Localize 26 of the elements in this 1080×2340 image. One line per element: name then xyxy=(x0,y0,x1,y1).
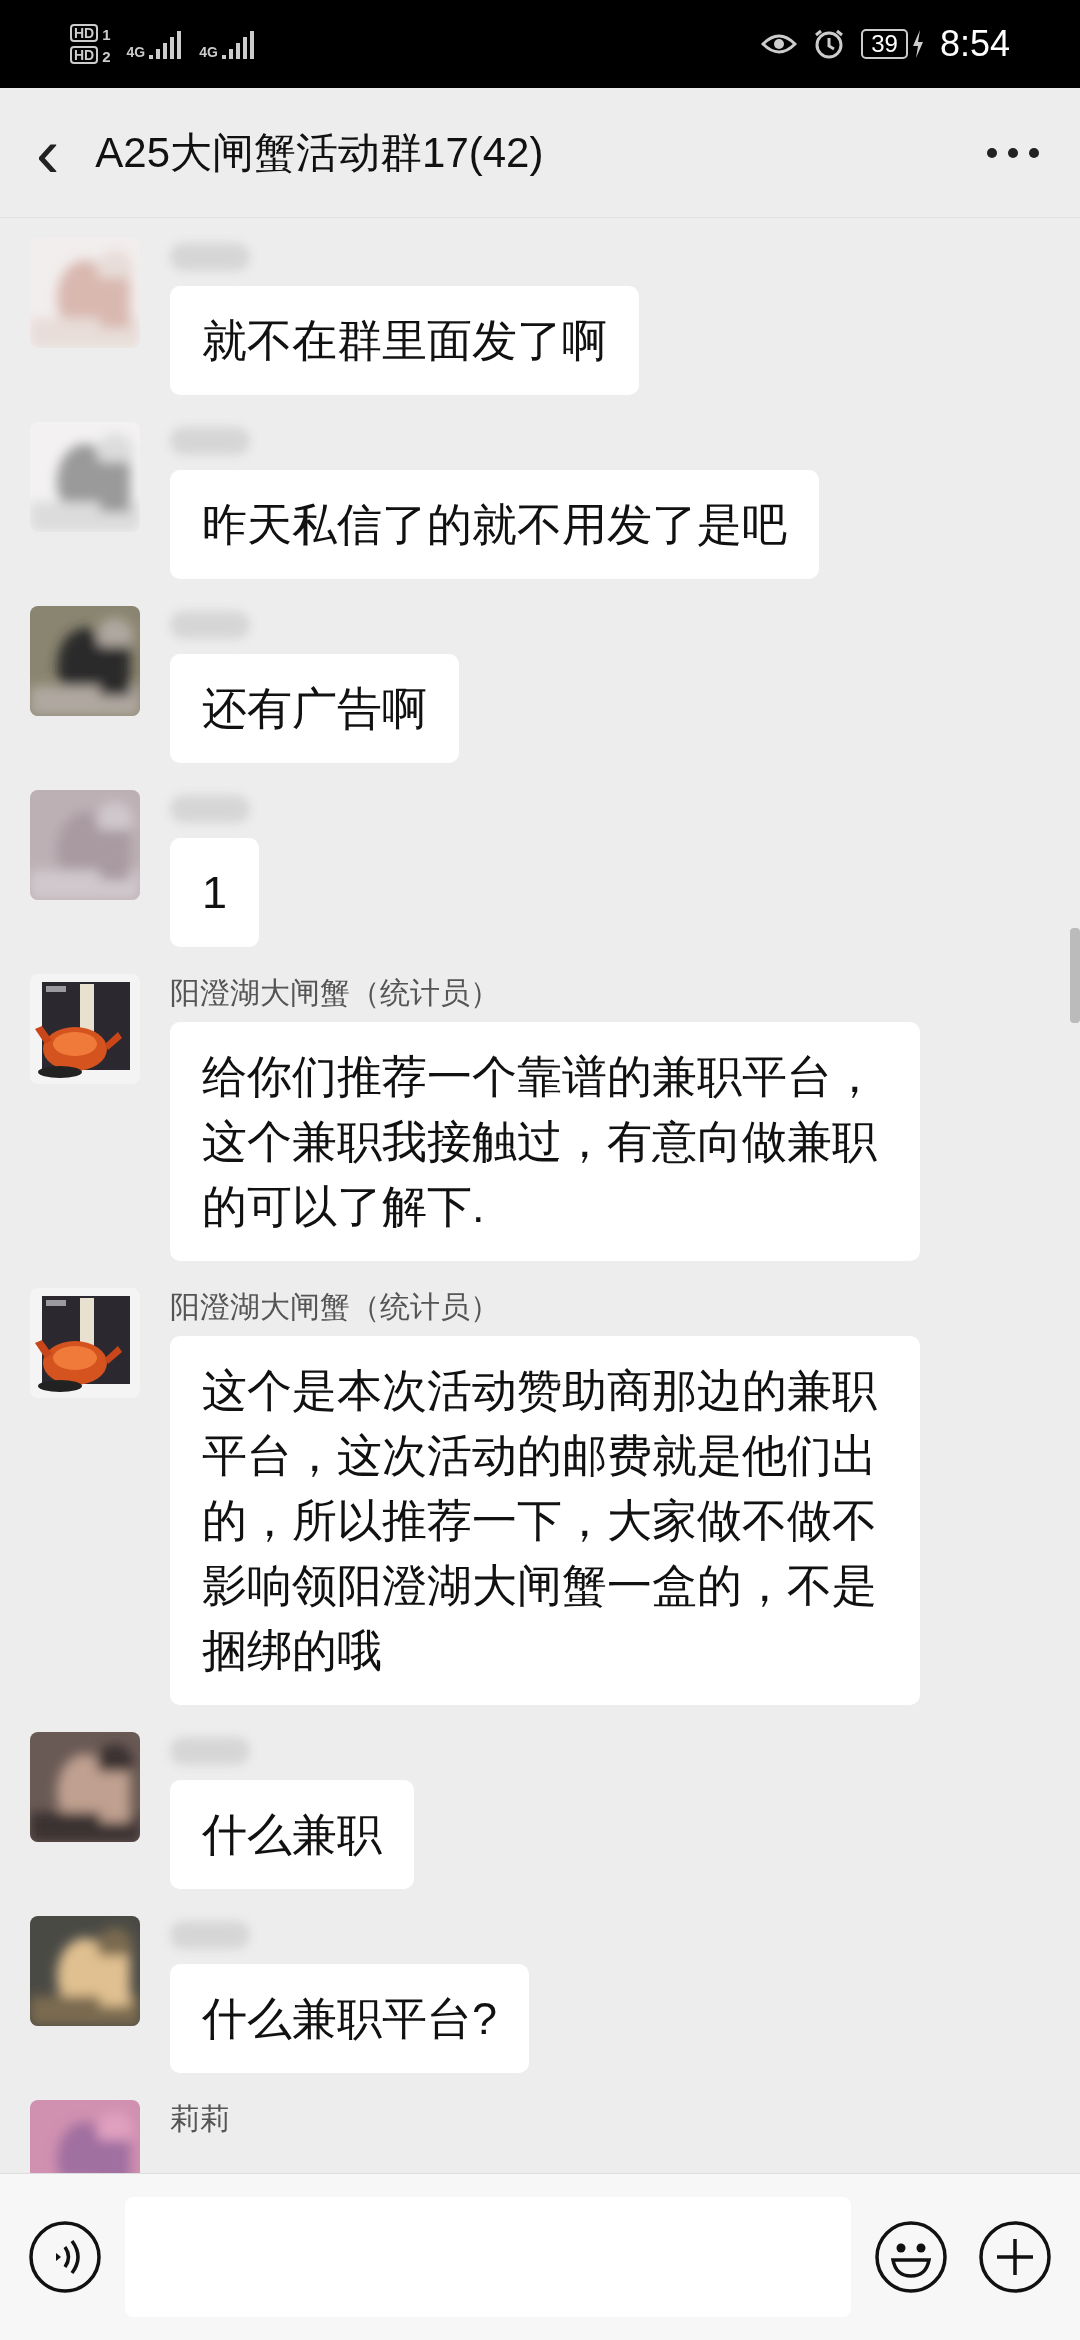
network-type: 4G xyxy=(126,45,146,59)
sim-slot: 2 xyxy=(102,49,111,64)
chat-title: A25大闸蟹活动群17(42) xyxy=(95,128,544,178)
back-button[interactable]: ‹ xyxy=(30,117,66,188)
message-bubble: 1 xyxy=(170,838,260,947)
message-bubble: 还有广告啊 xyxy=(170,654,459,763)
signal-icon xyxy=(221,29,256,59)
network-type: 4G xyxy=(199,45,218,59)
message-bubble: 昨天私信了的就不用发了是吧 xyxy=(170,470,819,579)
more-icon[interactable] xyxy=(986,146,1040,159)
message-bubble: 这个是本次活动赞助商那边的兼职平台，这次活动的邮费就是他们出的，所以推荐一下，大家做不做不影响领阳澄湖大闸蟹一盒的，不是捆绑的哦 xyxy=(170,1336,920,1705)
clock: 8:54 xyxy=(939,22,1010,66)
hd-label: HD xyxy=(70,24,99,42)
charging-icon xyxy=(911,30,924,58)
message-bubble: 给你们推荐一个靠谱的兼职平台，这个兼职我接触过，有意向做兼职的可以了解下. xyxy=(170,1022,920,1261)
signal-icon xyxy=(149,29,184,59)
sender-name: 阳澄湖大闸蟹（统计员） xyxy=(170,1289,500,1325)
battery-level: 39 xyxy=(861,28,908,60)
message-bubble: 什么兼职平台? xyxy=(170,1964,530,2073)
hd-label: HD xyxy=(70,46,99,64)
alarm-icon xyxy=(813,28,846,60)
sim-slot: 1 xyxy=(102,27,111,42)
sender-name: 阳澄湖大闸蟹（统计员） xyxy=(170,975,500,1011)
sender-name: 莉莉 xyxy=(170,2101,230,2137)
message-bubble: 什么兼职 xyxy=(170,1780,414,1889)
message-bubble: 就不在群里面发了啊 xyxy=(170,286,639,395)
